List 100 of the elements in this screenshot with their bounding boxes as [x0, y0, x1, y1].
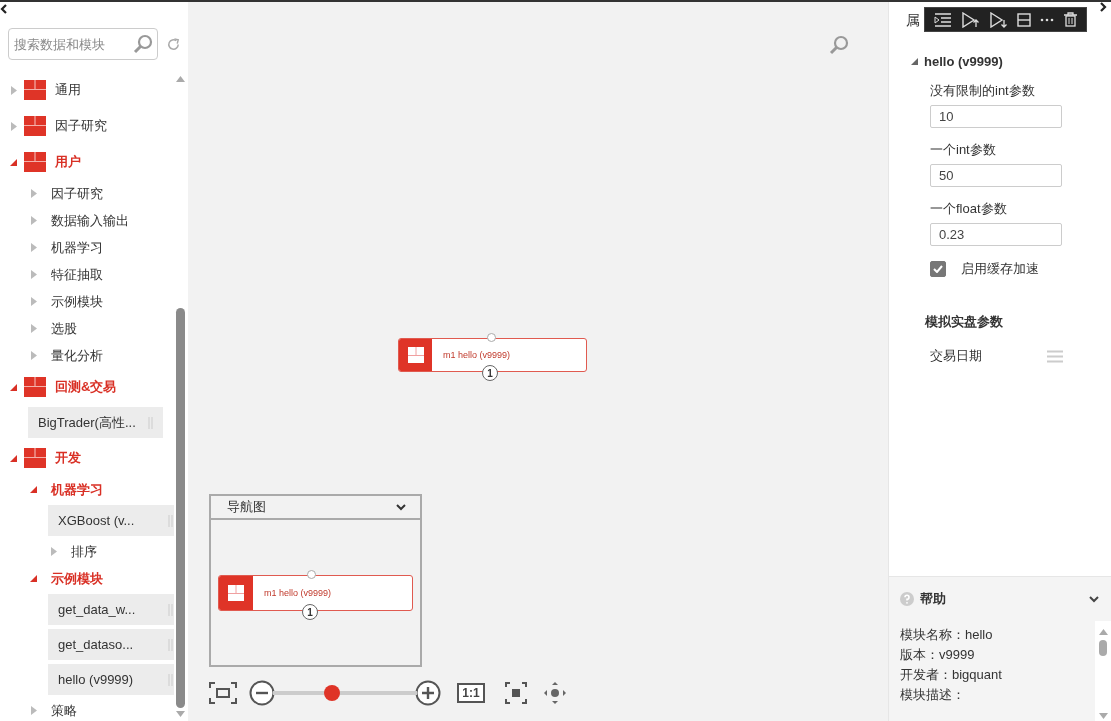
delete-icon[interactable]: [1064, 12, 1078, 27]
module-icon: [407, 347, 424, 363]
help-text: 开发者：bigquant: [900, 666, 1003, 684]
expanded-icon[interactable]: [10, 157, 18, 167]
param-label: 一个float参数: [930, 200, 1008, 218]
fit-screen-icon[interactable]: [209, 682, 237, 704]
param-input[interactable]: 10: [930, 105, 1062, 128]
checkbox-label: 启用缓存加速: [961, 260, 1039, 278]
section-title: 模拟实盘参数: [923, 313, 1004, 331]
zoom-slider[interactable]: [273, 685, 417, 701]
expand-icon[interactable]: [1099, 2, 1107, 12]
scroll-up-icon[interactable]: [1098, 629, 1108, 635]
collapse-icon[interactable]: [0, 4, 8, 14]
expanded-icon[interactable]: [10, 382, 18, 392]
category-label[interactable]: 通用: [55, 81, 81, 99]
expanded-icon[interactable]: [911, 57, 918, 65]
center-icon[interactable]: [505, 682, 527, 704]
refresh-icon[interactable]: [166, 36, 181, 52]
scrollbar[interactable]: [1095, 621, 1111, 721]
folder-label[interactable]: 选股: [51, 319, 77, 338]
drag-handle-icon[interactable]: [168, 638, 173, 651]
output-port[interactable]: 1: [482, 365, 498, 381]
expanded-icon[interactable]: [30, 485, 38, 494]
help-text: 模块名称：hello: [900, 626, 994, 644]
drag-handle-icon[interactable]: [168, 514, 173, 527]
search-icon[interactable]: [133, 34, 153, 54]
run-up-icon[interactable]: [961, 11, 980, 28]
param-input[interactable]: 0.23: [930, 223, 1062, 246]
folder-label[interactable]: 策略: [51, 701, 77, 720]
module-item[interactable]: hello (v9999): [48, 664, 174, 695]
param-label: 交易日期: [930, 347, 982, 365]
scroll-thumb[interactable]: [1099, 640, 1107, 656]
param-label: 一个int参数: [930, 141, 997, 159]
list-icon[interactable]: [933, 12, 952, 27]
module-label: get_data_w...: [58, 602, 136, 617]
input-port[interactable]: [487, 333, 496, 342]
param-input[interactable]: 50: [930, 164, 1062, 187]
drag-handle-icon[interactable]: [168, 603, 173, 616]
search-field[interactable]: 搜索数据和模块: [8, 28, 158, 60]
module-item[interactable]: get_data_w...: [48, 594, 174, 625]
module-item[interactable]: BigTrader(高性...: [28, 407, 163, 438]
help-text: 模块描述：: [900, 686, 966, 704]
module-label: XGBoost (v...: [58, 513, 135, 528]
category-label[interactable]: 用户: [55, 153, 81, 171]
help-icon: [900, 592, 914, 606]
category-icon: [24, 80, 46, 100]
check-icon: [933, 265, 943, 273]
folder-label[interactable]: 特征抽取: [51, 265, 103, 284]
category-label[interactable]: 因子研究: [55, 117, 107, 135]
pan-icon[interactable]: [543, 681, 567, 705]
input-port[interactable]: [307, 570, 316, 579]
panel-title: 属: [906, 12, 921, 30]
checkbox[interactable]: [930, 261, 946, 277]
folder-label[interactable]: 示例模块: [51, 292, 103, 311]
module-item[interactable]: get_dataso...: [48, 629, 174, 660]
actual-size-button[interactable]: 1:1: [457, 683, 485, 703]
module-label: hello (v9999): [58, 672, 134, 687]
canvas[interactable]: m1 hello (v9999) 1 导航图 m1 hello (v9999) 1 1:1: [188, 2, 888, 721]
category-icon: [24, 116, 46, 136]
chevron-down-icon[interactable]: [396, 503, 406, 511]
run-down-icon[interactable]: [989, 11, 1008, 28]
drag-handle-icon[interactable]: [168, 673, 173, 686]
expanded-icon[interactable]: [30, 574, 38, 583]
category-label[interactable]: 开发: [55, 449, 81, 467]
folder-label[interactable]: 机器学习: [51, 238, 103, 257]
module-label: get_dataso...: [58, 637, 134, 652]
zoom-out-icon[interactable]: [249, 680, 275, 706]
output-port[interactable]: 1: [302, 604, 318, 620]
scroll-thumb[interactable]: [175, 308, 185, 708]
module-label: BigTrader(高性...: [38, 413, 136, 432]
folder-label[interactable]: 排序: [71, 542, 97, 561]
category-icon: [24, 448, 46, 468]
search-icon[interactable]: [829, 35, 849, 55]
folder-label[interactable]: 机器学习: [51, 480, 103, 499]
folder-label[interactable]: 示例模块: [51, 569, 103, 588]
scroll-down-icon[interactable]: [175, 711, 185, 717]
navigator-title: 导航图: [227, 498, 266, 516]
menu-icon[interactable]: [1047, 349, 1063, 363]
module-item[interactable]: XGBoost (v...: [48, 505, 174, 536]
scroll-down-icon[interactable]: [1098, 713, 1108, 719]
section-title[interactable]: hello (v9999): [924, 53, 1003, 69]
module-icon: [228, 585, 244, 601]
help-title: 帮助: [920, 590, 947, 608]
node-label: m1 hello (v9999): [443, 350, 511, 360]
folder-label[interactable]: 量化分析: [51, 346, 103, 365]
chevron-down-icon[interactable]: [1089, 595, 1099, 603]
zoom-in-icon[interactable]: [415, 680, 441, 706]
slider-thumb[interactable]: [324, 685, 341, 701]
help-text: 版本：v9999: [900, 646, 976, 664]
node-label: m1 hello (v9999): [264, 588, 332, 598]
split-icon[interactable]: [1016, 12, 1031, 27]
scroll-up-icon[interactable]: [175, 76, 185, 82]
category-icon: [24, 152, 46, 172]
expanded-icon[interactable]: [10, 453, 18, 463]
folder-label[interactable]: 因子研究: [51, 184, 103, 203]
category-icon: [24, 377, 46, 397]
folder-label[interactable]: 数据输入输出: [51, 211, 129, 230]
param-label: 没有限制的int参数: [930, 82, 1036, 100]
more-icon[interactable]: [1040, 17, 1055, 22]
category-label[interactable]: 回测&交易: [55, 378, 117, 396]
